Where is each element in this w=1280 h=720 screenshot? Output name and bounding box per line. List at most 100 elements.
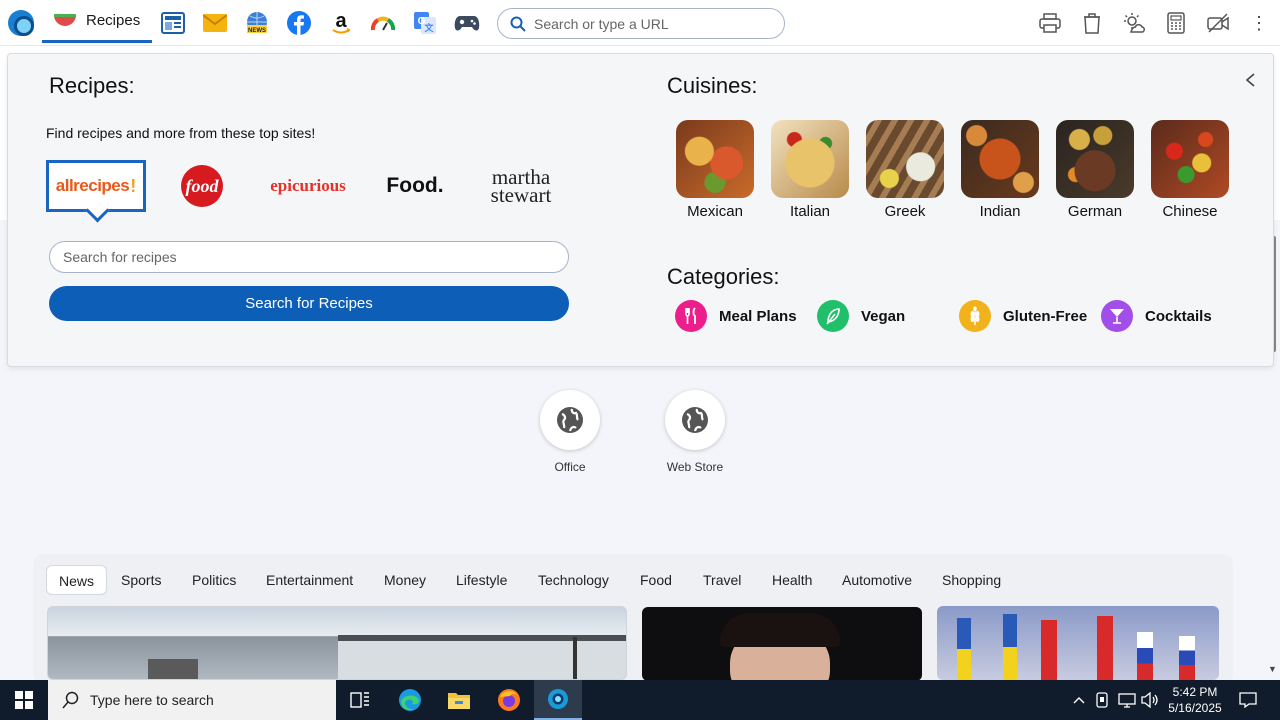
news-tab-news[interactable]: News bbox=[46, 565, 108, 595]
shortcut-web-store[interactable]: Web Store bbox=[655, 390, 735, 474]
news-reader-icon[interactable] bbox=[160, 11, 186, 35]
more-menu-icon[interactable]: ⋮ bbox=[1246, 10, 1272, 36]
device-icon[interactable] bbox=[1093, 680, 1113, 720]
windows-logo-icon bbox=[15, 691, 33, 709]
news-tab-sports[interactable]: Sports bbox=[109, 565, 173, 595]
site-food-com[interactable]: Food. bbox=[380, 160, 450, 212]
cuisine-indian[interactable]: Indian bbox=[960, 120, 1040, 220]
globe-icon bbox=[665, 390, 725, 450]
cuisine-label: Mexican bbox=[687, 203, 743, 220]
news-tab-shopping[interactable]: Shopping bbox=[930, 565, 1013, 595]
news-tab-automotive[interactable]: Automotive bbox=[830, 565, 924, 595]
news-tab-travel[interactable]: Travel bbox=[691, 565, 753, 595]
tab-recipes[interactable]: Recipes bbox=[42, 0, 152, 43]
globe-icon bbox=[540, 390, 600, 450]
edge-icon[interactable] bbox=[386, 680, 434, 720]
cuisine-label: Greek bbox=[884, 203, 926, 220]
epicurious-logo: epicurious bbox=[270, 176, 346, 195]
flag-image bbox=[1137, 632, 1153, 680]
flag-image bbox=[1041, 620, 1057, 680]
firefox-icon[interactable] bbox=[485, 680, 533, 720]
food-network-text: food bbox=[185, 175, 219, 196]
recipes-panel: Recipes: Find recipes and more from thes… bbox=[7, 53, 1274, 367]
taskbar-search-box[interactable]: Type here to search bbox=[48, 680, 336, 720]
recipe-search-input[interactable] bbox=[49, 241, 569, 273]
scroll-down-arrow-icon[interactable]: ▼ bbox=[1268, 664, 1277, 674]
shortcut-office[interactable]: Office bbox=[530, 390, 610, 474]
category-label: Meal Plans bbox=[719, 307, 797, 325]
news-tab-money[interactable]: Money bbox=[372, 565, 438, 595]
categories-title: Categories: bbox=[667, 264, 780, 289]
flag-image bbox=[1179, 636, 1195, 680]
greek-food-image bbox=[866, 120, 944, 198]
facebook-icon[interactable] bbox=[286, 11, 312, 35]
news-tab-technology[interactable]: Technology bbox=[526, 565, 621, 595]
cuisine-chinese[interactable]: Chinese bbox=[1150, 120, 1230, 220]
cuisine-greek[interactable]: Greek bbox=[865, 120, 945, 220]
german-food-image bbox=[1056, 120, 1134, 198]
url-input[interactable] bbox=[534, 15, 764, 32]
cuisine-label: Chinese bbox=[1162, 203, 1218, 220]
print-icon[interactable] bbox=[1037, 10, 1063, 36]
taskbar-clock[interactable]: 5:42 PM 5/16/2025 bbox=[1160, 684, 1230, 716]
martha-stewart-logo: martha stewart bbox=[490, 165, 552, 207]
category-vegan[interactable]: Vegan bbox=[817, 300, 905, 332]
gamepad-icon[interactable] bbox=[454, 11, 480, 35]
recipes-subtitle: Find recipes and more from these top sit… bbox=[46, 125, 316, 141]
browser-logo-icon[interactable] bbox=[8, 10, 34, 36]
allrecipes-mark-icon: ! bbox=[130, 175, 137, 196]
mexican-food-image bbox=[676, 120, 754, 198]
cuisine-mexican[interactable]: Mexican bbox=[675, 120, 755, 220]
flag-image bbox=[1097, 616, 1113, 680]
file-explorer-icon[interactable] bbox=[435, 680, 483, 720]
network-icon[interactable] bbox=[1116, 680, 1138, 720]
task-view-icon[interactable] bbox=[336, 680, 384, 720]
mail-icon[interactable] bbox=[202, 11, 228, 35]
category-label: Cocktails bbox=[1145, 307, 1212, 325]
news-card-image[interactable] bbox=[937, 606, 1219, 680]
category-gluten-free[interactable]: Gluten-Free bbox=[959, 300, 1087, 332]
food-network-logo: food bbox=[181, 165, 223, 207]
browser-taskbar-icon[interactable] bbox=[534, 680, 582, 720]
show-hidden-icons-icon[interactable] bbox=[1070, 680, 1088, 720]
news-tab-lifestyle[interactable]: Lifestyle bbox=[444, 565, 519, 595]
translate-icon[interactable]: G文 bbox=[412, 11, 438, 35]
close-icon bbox=[1245, 73, 1255, 87]
close-panel-button[interactable] bbox=[1242, 72, 1260, 90]
news-card-image[interactable] bbox=[642, 607, 922, 681]
wheat-icon bbox=[959, 300, 991, 332]
weather-icon[interactable] bbox=[1121, 10, 1147, 36]
url-bar[interactable] bbox=[497, 8, 785, 39]
volume-icon[interactable] bbox=[1140, 680, 1160, 720]
calculator-icon[interactable] bbox=[1163, 10, 1189, 36]
trash-icon[interactable] bbox=[1079, 10, 1105, 36]
site-allrecipes[interactable]: allrecipes ! bbox=[46, 160, 146, 212]
news-tab-food[interactable]: Food bbox=[628, 565, 684, 595]
recipes-title: Recipes: bbox=[49, 73, 135, 98]
cuisine-italian[interactable]: Italian bbox=[770, 120, 850, 220]
video-off-icon[interactable] bbox=[1205, 10, 1231, 36]
search-icon bbox=[62, 691, 79, 709]
news-card-image[interactable] bbox=[47, 606, 627, 680]
svg-text:文: 文 bbox=[423, 22, 434, 33]
site-food-network[interactable]: food bbox=[178, 160, 226, 212]
news-tab-health[interactable]: Health bbox=[760, 565, 824, 595]
news-tab-entertainment[interactable]: Entertainment bbox=[254, 565, 365, 595]
notifications-icon[interactable] bbox=[1234, 680, 1262, 720]
watermelon-icon bbox=[54, 14, 76, 26]
site-martha-stewart[interactable]: martha stewart bbox=[476, 160, 566, 212]
site-epicurious[interactable]: epicurious bbox=[263, 160, 353, 212]
amazon-icon[interactable]: a bbox=[328, 11, 354, 35]
flag-image bbox=[957, 618, 971, 680]
news-tab-politics[interactable]: Politics bbox=[180, 565, 248, 595]
flag-image bbox=[1003, 614, 1017, 680]
start-button[interactable] bbox=[0, 680, 48, 720]
category-cocktails[interactable]: Cocktails bbox=[1101, 300, 1212, 332]
cuisine-german[interactable]: German bbox=[1055, 120, 1135, 220]
speedometer-icon[interactable] bbox=[370, 11, 396, 35]
news-globe-icon[interactable]: NEWS bbox=[244, 11, 270, 35]
search-recipes-button[interactable]: Search for Recipes bbox=[49, 286, 569, 321]
cocktail-icon bbox=[1101, 300, 1133, 332]
allrecipes-logo: allrecipes bbox=[55, 176, 130, 195]
category-meal-plans[interactable]: Meal Plans bbox=[675, 300, 797, 332]
